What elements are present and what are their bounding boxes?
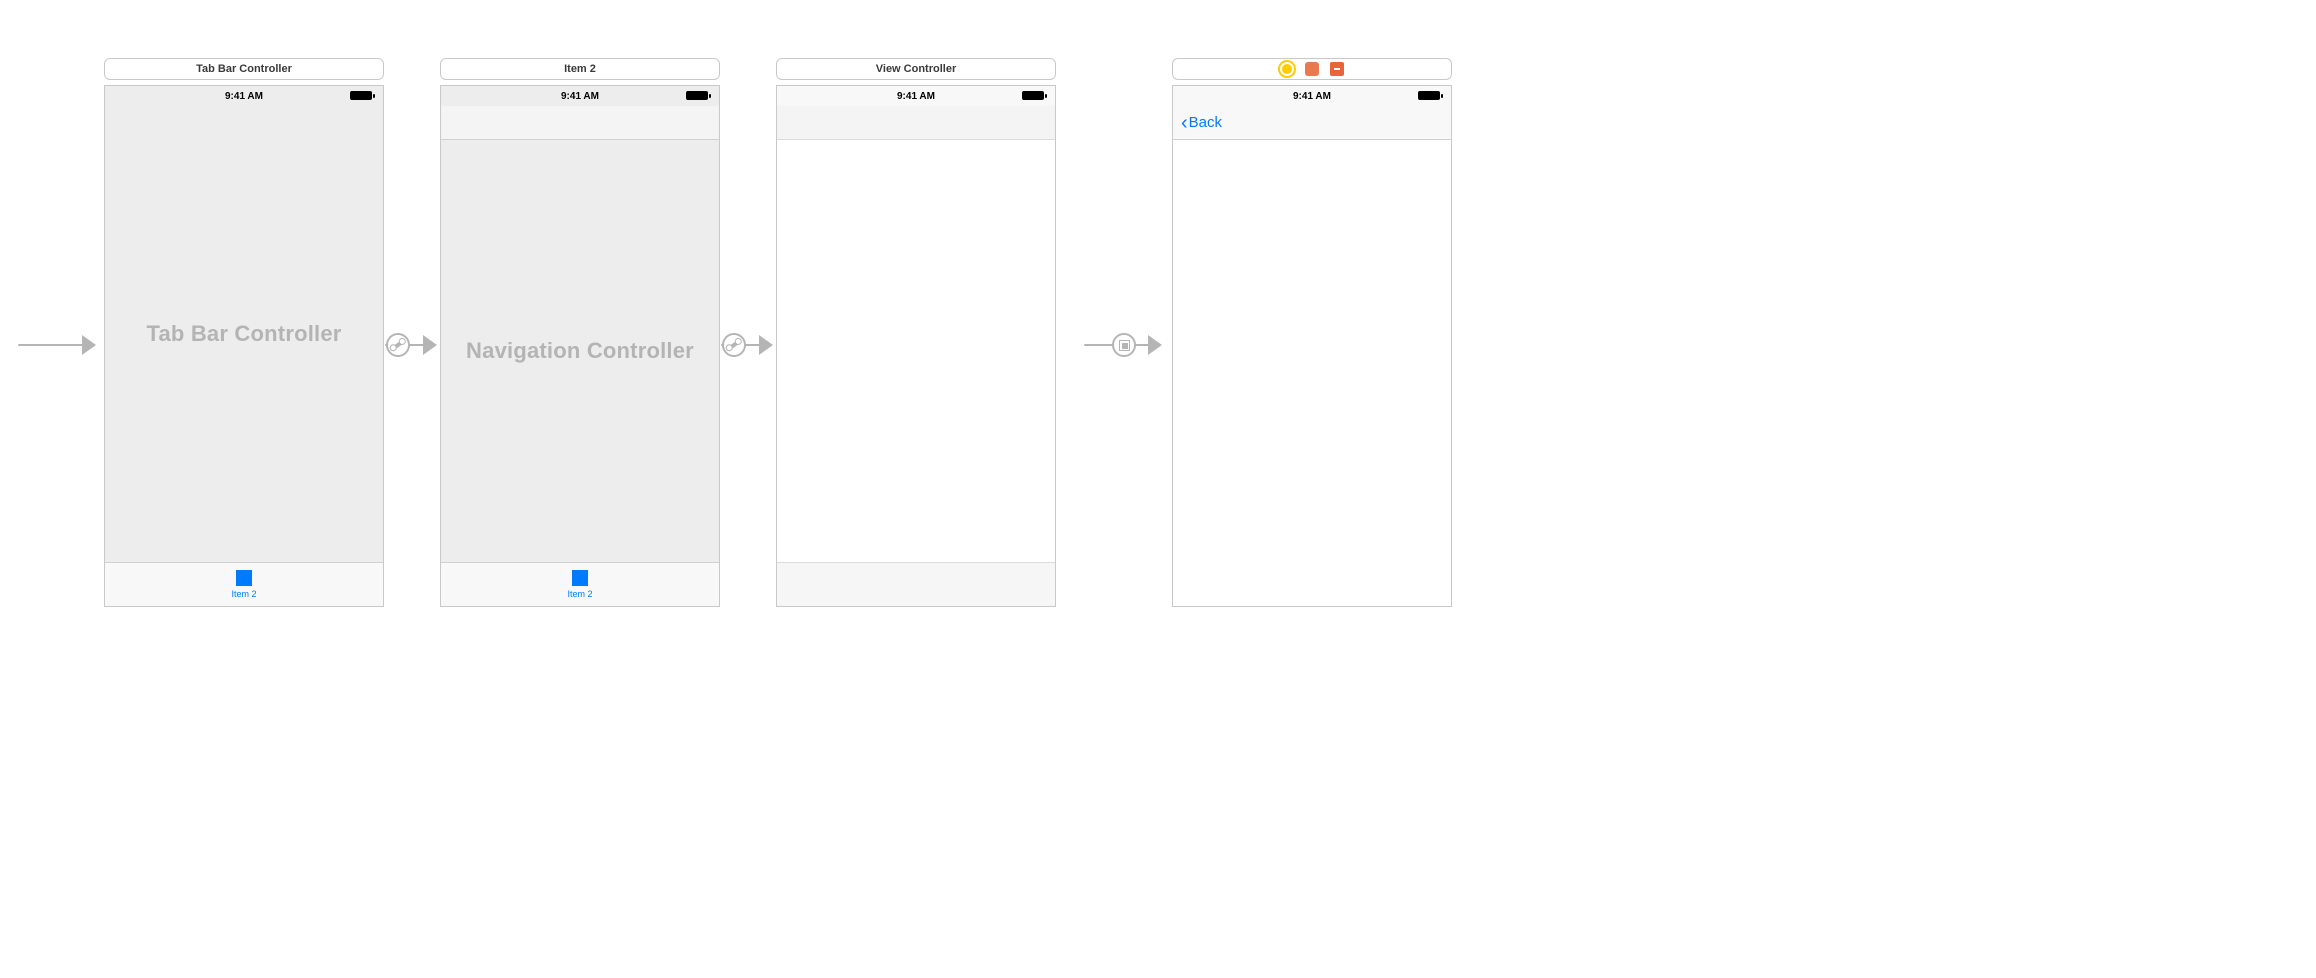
tab-bar[interactable]: Item 2 [105, 562, 383, 606]
scene-detail-view-controller[interactable]: 9:41 AM ‹ Back [1172, 58, 1452, 607]
initial-segue-arrow[interactable] [18, 330, 98, 360]
scene-canvas[interactable]: 9:41 AM Navigation Controller Item 2 [440, 85, 720, 607]
status-bar: 9:41 AM [1173, 86, 1451, 106]
scene-navigation-controller[interactable]: Item 2 9:41 AM Navigation Controller Ite… [440, 58, 720, 607]
scene-title-bar[interactable]: View Controller [776, 58, 1056, 80]
tab-item-label[interactable]: Item 2 [231, 589, 256, 599]
navigation-bar[interactable] [777, 106, 1055, 140]
status-bar: 9:41 AM [105, 86, 383, 106]
controller-placeholder-label: Navigation Controller [441, 140, 719, 562]
scene-title-label: Tab Bar Controller [196, 63, 292, 75]
segue-show-view-to-detail[interactable] [1084, 330, 1164, 360]
segue-relationship-tab-to-nav[interactable] [385, 330, 437, 360]
back-button-label: Back [1189, 114, 1222, 131]
segue-badge-show-icon [1112, 333, 1136, 357]
status-bar-time: 9:41 AM [225, 91, 263, 102]
battery-icon [350, 91, 375, 100]
class-indicator-icon [1280, 62, 1295, 77]
scene-canvas[interactable]: 9:41 AM [776, 85, 1056, 607]
storyboard-canvas[interactable]: Tab Bar Controller 9:41 AM Tab Bar Contr… [0, 0, 2316, 978]
tab-bar-placeholder [777, 562, 1055, 606]
first-responder-icon [1305, 62, 1320, 77]
tab-item-icon[interactable] [572, 570, 588, 586]
segue-badge-relationship-icon [386, 333, 410, 357]
scene-canvas[interactable]: 9:41 AM ‹ Back [1172, 85, 1452, 607]
scene-title-bar[interactable] [1172, 58, 1452, 80]
view-content-area[interactable] [777, 140, 1055, 562]
controller-placeholder-label: Tab Bar Controller [105, 106, 383, 562]
scene-title-bar[interactable]: Item 2 [440, 58, 720, 80]
tab-bar[interactable]: Item 2 [441, 562, 719, 606]
navigation-bar[interactable] [441, 106, 719, 140]
scene-title-bar[interactable]: Tab Bar Controller [104, 58, 384, 80]
exit-icon [1330, 62, 1345, 77]
tab-item-label[interactable]: Item 2 [567, 589, 592, 599]
scene-canvas[interactable]: 9:41 AM Tab Bar Controller Item 2 [104, 85, 384, 607]
scene-title-label: Item 2 [564, 63, 596, 75]
segue-relationship-nav-to-view[interactable] [721, 330, 773, 360]
battery-icon [1418, 91, 1443, 100]
segue-badge-relationship-icon [722, 333, 746, 357]
status-bar-time: 9:41 AM [1293, 91, 1331, 102]
battery-icon [686, 91, 711, 100]
scene-title-label: View Controller [876, 63, 956, 75]
view-content-area[interactable] [1173, 140, 1451, 606]
status-bar-time: 9:41 AM [561, 91, 599, 102]
battery-icon [1022, 91, 1047, 100]
navigation-bar[interactable]: ‹ Back [1173, 106, 1451, 140]
scene-view-controller[interactable]: View Controller 9:41 AM [776, 58, 1056, 607]
status-bar-time: 9:41 AM [897, 91, 935, 102]
scene-tab-bar-controller[interactable]: Tab Bar Controller 9:41 AM Tab Bar Contr… [104, 58, 384, 607]
status-bar: 9:41 AM [441, 86, 719, 106]
tab-item-icon[interactable] [236, 570, 252, 586]
status-bar: 9:41 AM [777, 86, 1055, 106]
chevron-left-icon: ‹ [1181, 113, 1188, 133]
back-button[interactable]: ‹ Back [1181, 113, 1222, 133]
